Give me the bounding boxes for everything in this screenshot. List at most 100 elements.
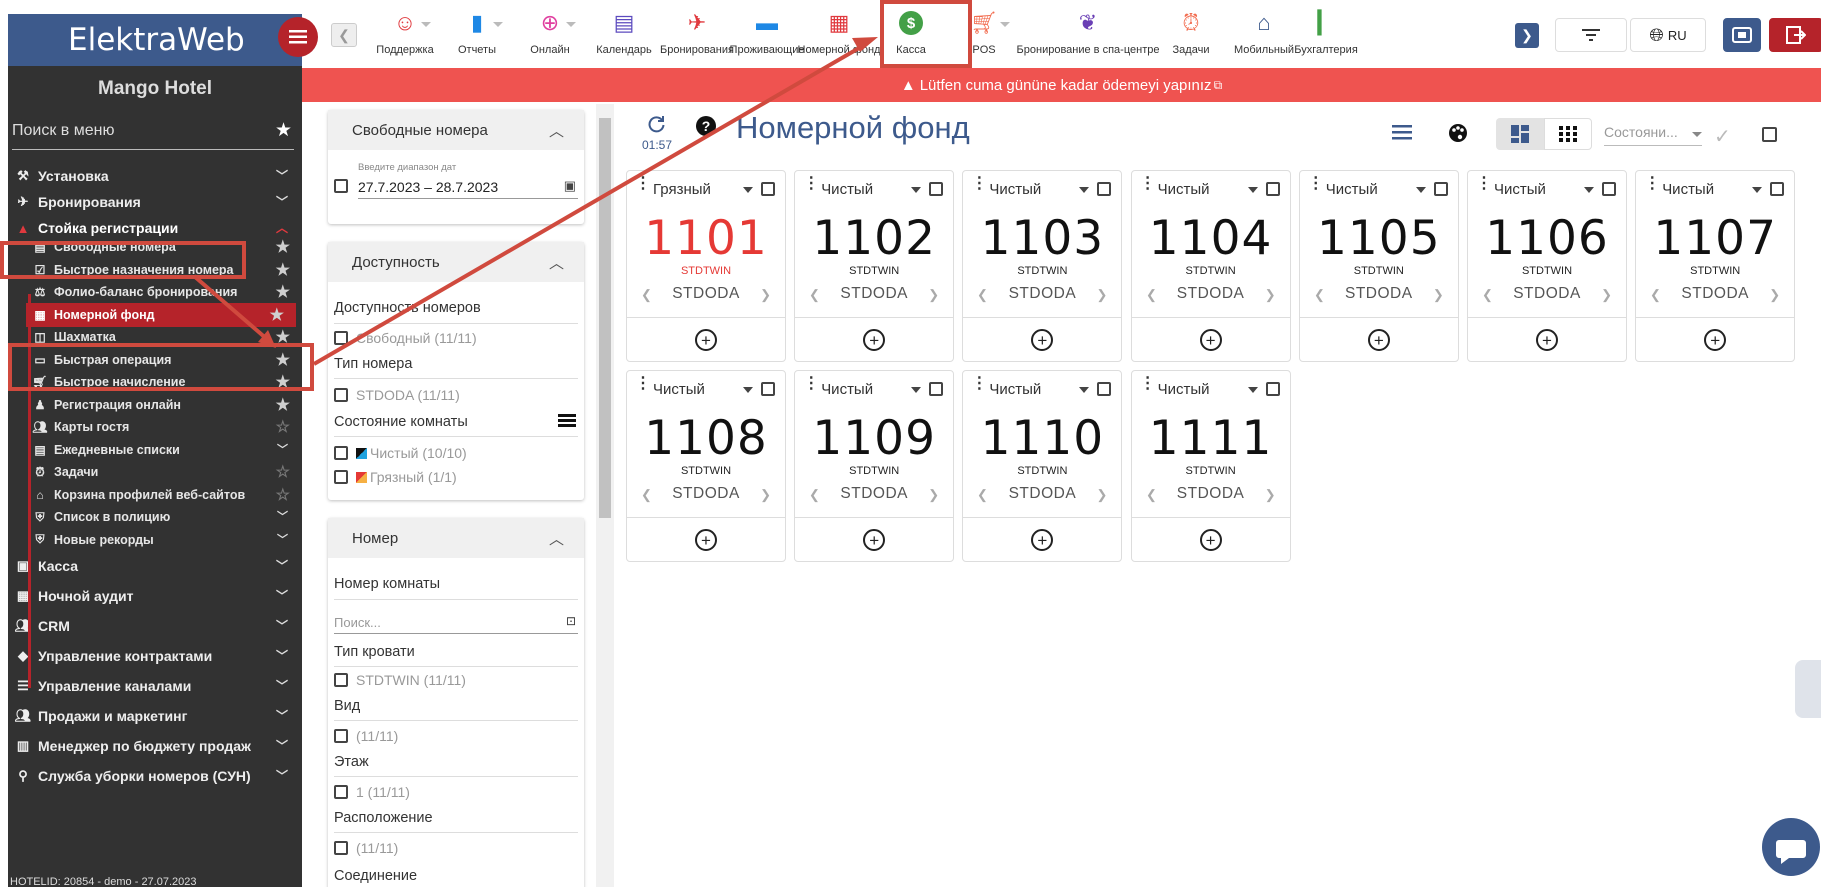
- chevron-right-icon[interactable]: ❯: [1769, 287, 1780, 303]
- date-range-field[interactable]: 27.7.2023 – 28.7.2023 ▣: [358, 175, 578, 199]
- module-globe[interactable]: ⊕ Онлайн: [511, 0, 589, 66]
- room-select-checkbox[interactable]: [1265, 382, 1280, 396]
- favorite-star-icon[interactable]: ★: [276, 260, 290, 280]
- status-dropdown-icon[interactable]: [911, 387, 922, 393]
- module-support[interactable]: ☺ Поддержка: [367, 0, 443, 66]
- sidebar-group-cash[interactable]: ▣ Касса ﹀: [8, 553, 302, 579]
- status-dropdown-icon[interactable]: [1415, 187, 1426, 193]
- bed-type-option[interactable]: STDTWIN (11/11): [334, 672, 466, 688]
- favorite-star-icon[interactable]: ★: [270, 305, 284, 325]
- sidebar-group-people[interactable]: 👥︎ CRM ﹀: [8, 613, 302, 639]
- module-room-grid[interactable]: ▦ Номерной фонд: [798, 0, 881, 66]
- bed-type-checkbox[interactable]: [334, 673, 348, 687]
- room-card[interactable]: ⋮ Чистый 1110 STDTWIN ❯ STDODA ❯ +: [962, 370, 1123, 562]
- filter-scrollbar[interactable]: [596, 104, 614, 887]
- sidebar-subitem-10[interactable]: ⏰︎ Задачи ☆: [32, 460, 302, 484]
- sidebar-subitem-8[interactable]: 👥︎ Карты гостя ☆: [32, 415, 302, 439]
- side-panel-tab[interactable]: [1795, 660, 1821, 718]
- chevron-right-icon[interactable]: ❯: [928, 287, 939, 303]
- room-type-checkbox[interactable]: [334, 388, 348, 402]
- favorite-star-icon[interactable]: ☆: [276, 417, 290, 437]
- favorite-star-icon[interactable]: ☆: [276, 485, 290, 505]
- room-card[interactable]: ⋮ Чистый 1102 STDTWIN ❯ STDODA ❯ +: [794, 170, 955, 362]
- module-plane-landing[interactable]: ✈ Бронирования: [659, 0, 735, 66]
- room-select-checkbox[interactable]: [1433, 182, 1448, 196]
- status-dropdown-icon[interactable]: [743, 187, 753, 193]
- room-card[interactable]: ⋮ Чистый 1109 STDTWIN ❯ STDODA ❯ +: [794, 370, 955, 562]
- availability-panel-header[interactable]: Доступность ︿: [328, 242, 584, 282]
- favorites-star-icon[interactable]: ★: [275, 119, 292, 142]
- dirty-checkbox[interactable]: [334, 470, 348, 484]
- location-checkbox[interactable]: [334, 841, 348, 855]
- state-legend-icon[interactable]: [558, 414, 576, 430]
- sidebar-group-chart[interactable]: ▥ Менеджер по бюджету продаж ﹀: [8, 733, 302, 759]
- free-option[interactable]: Свободный (11/11): [334, 330, 477, 346]
- floor-option[interactable]: 1 (11/11): [334, 784, 410, 800]
- view-option[interactable]: (11/11): [334, 728, 398, 744]
- add-circle-icon[interactable]: +: [1199, 529, 1222, 551]
- more-vert-icon[interactable]: ⋮: [803, 376, 819, 392]
- clean-option[interactable]: Чистый (10/10): [334, 445, 467, 461]
- more-vert-icon[interactable]: ⋮: [971, 376, 987, 392]
- status-dropdown-icon[interactable]: [1584, 187, 1594, 193]
- clean-checkbox[interactable]: [334, 446, 348, 460]
- more-vert-icon[interactable]: ⋮: [1140, 376, 1156, 392]
- more-vert-icon[interactable]: ⋮: [1140, 176, 1156, 192]
- state-select[interactable]: Состояни...: [1604, 124, 1702, 146]
- favorite-star-icon[interactable]: ☆: [276, 462, 290, 482]
- list-view-button[interactable]: [1392, 124, 1414, 142]
- room-select-checkbox[interactable]: [761, 182, 775, 196]
- card-view-button[interactable]: [1496, 118, 1544, 150]
- add-circle-icon[interactable]: +: [695, 329, 717, 351]
- filter-button[interactable]: [1555, 18, 1627, 52]
- chevron-right-icon[interactable]: ❯: [1265, 287, 1276, 303]
- add-circle-icon[interactable]: +: [1199, 329, 1222, 351]
- more-vert-icon[interactable]: ⋮: [1308, 176, 1324, 192]
- module-accounting[interactable]: ▎ Бухгалтерия: [1294, 0, 1358, 66]
- menu-search-input[interactable]: Поиск в меню ★: [12, 116, 294, 150]
- sidebar-subitem-2[interactable]: ⚖ Фолио-баланс бронирования ★: [32, 280, 302, 304]
- more-vert-icon[interactable]: ⋮: [635, 176, 651, 192]
- room-select-checkbox[interactable]: [1602, 182, 1616, 196]
- add-circle-icon[interactable]: +: [863, 529, 886, 551]
- scrollbar-thumb[interactable]: [599, 118, 611, 518]
- chevron-right-icon[interactable]: ❯: [1265, 487, 1276, 503]
- room-card[interactable]: ⋮ Чистый 1103 STDTWIN ❯ STDODA ❯ +: [962, 170, 1123, 362]
- room-card[interactable]: ⋮ Чистый 1105 STDTWIN ❯ STDODA ❯ +: [1298, 170, 1459, 362]
- chevron-right-icon[interactable]: ❯: [1433, 287, 1444, 303]
- sidebar-group-calendar[interactable]: ▦ Ночной аудит ﹀: [8, 583, 302, 609]
- room-select-checkbox[interactable]: [1265, 182, 1280, 196]
- grid-view-button[interactable]: [1544, 118, 1592, 150]
- add-circle-icon[interactable]: +: [1031, 529, 1054, 551]
- status-dropdown-icon[interactable]: [1079, 187, 1090, 193]
- color-palette-button[interactable]: [1448, 123, 1470, 145]
- module-alarm[interactable]: ⏰︎ Задачи: [1151, 0, 1231, 66]
- free-rooms-panel-header[interactable]: Свободные номера ︿: [328, 110, 584, 150]
- room-card[interactable]: ⋮ Чистый 1111 STDTWIN ❯ STDODA ❯ +: [1130, 370, 1291, 562]
- module-bed[interactable]: ▬ Проживающие: [730, 0, 805, 66]
- chevron-right-icon[interactable]: ❯: [1096, 487, 1107, 503]
- more-vert-icon[interactable]: ⋮: [635, 376, 651, 392]
- module-home[interactable]: ⌂ Мобильный: [1231, 0, 1297, 66]
- payment-warning-banner[interactable]: ▲ Lütfen cuma gününe kadar ödemeyi yapın…: [302, 68, 1821, 102]
- language-button[interactable]: 🌐︎ RU: [1630, 18, 1706, 52]
- status-dropdown-icon[interactable]: [1247, 187, 1258, 193]
- room-select-checkbox[interactable]: [1770, 182, 1785, 196]
- sidebar-subitem-9[interactable]: ▤ Ежедневные списки ﹀: [32, 438, 302, 462]
- room-select-checkbox[interactable]: [761, 382, 775, 396]
- room-number-search-input[interactable]: Поиск... ⊡: [334, 612, 578, 634]
- status-dropdown-icon[interactable]: [911, 187, 922, 193]
- status-dropdown-icon[interactable]: [1247, 387, 1258, 393]
- sidebar-subitem-7[interactable]: ♟ Регистрация онлайн ★: [32, 393, 302, 417]
- sidebar-group-list[interactable]: ☰ Управление каналами ﹀: [8, 673, 302, 699]
- status-dropdown-icon[interactable]: [1752, 187, 1763, 193]
- view-checkbox[interactable]: [334, 729, 348, 743]
- favorite-star-icon[interactable]: ★: [276, 237, 290, 257]
- room-card[interactable]: ⋮ Грязный 1101 STDTWIN ❯ STDODA ❯ +: [626, 170, 786, 362]
- room-type-option[interactable]: STDODA (11/11): [334, 387, 460, 403]
- status-dropdown-icon[interactable]: [743, 387, 753, 393]
- room-card[interactable]: ⋮ Чистый 1104 STDTWIN ❯ STDODA ❯ +: [1130, 170, 1291, 362]
- collapse-icon[interactable]: ︿: [549, 528, 564, 549]
- apply-check-button[interactable]: ✓: [1714, 124, 1731, 149]
- sidebar-subitem-13[interactable]: ⛨ Новые рекорды ﹀: [32, 528, 302, 552]
